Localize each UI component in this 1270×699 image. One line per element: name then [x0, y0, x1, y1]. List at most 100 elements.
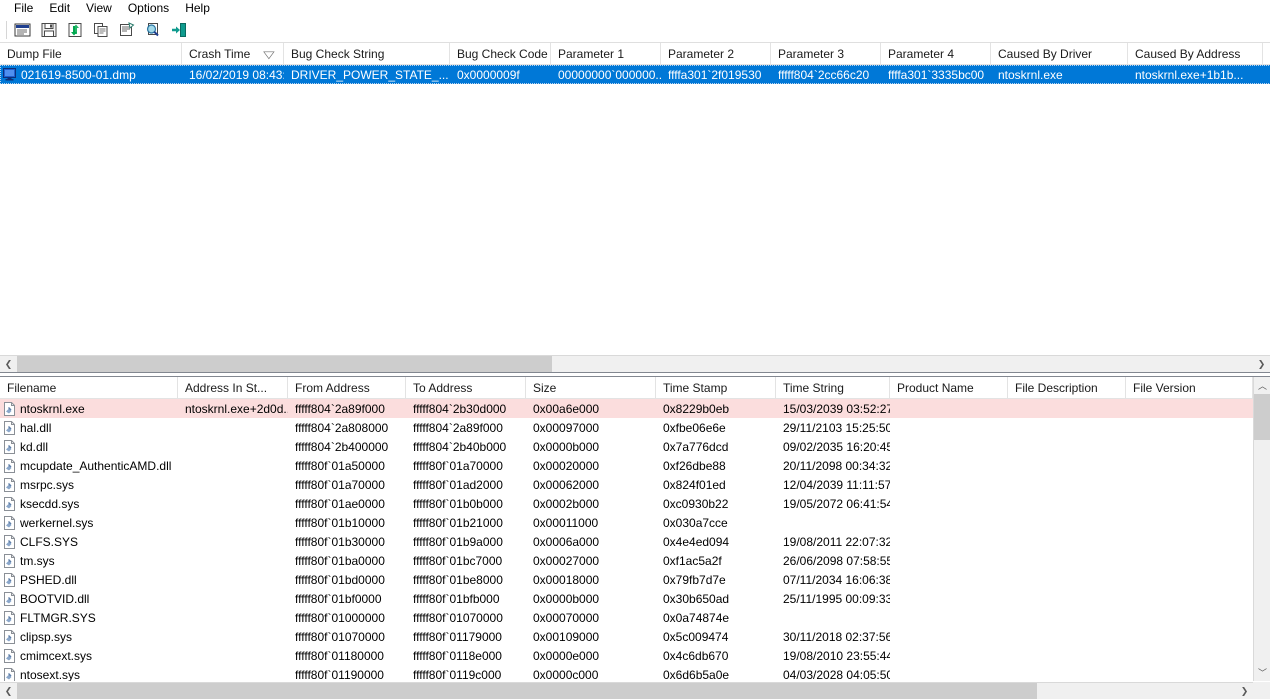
toolbar-separator: [6, 21, 7, 39]
crash-dump-icon: [3, 68, 17, 81]
toolbar-find-button[interactable]: [140, 18, 165, 41]
toolbar-exit-button[interactable]: [166, 18, 191, 41]
driver-row[interactable]: mcupdate_AuthenticAMD.dllfffff80f`01a500…: [0, 456, 1253, 475]
cell-text: 0x0000b000: [533, 440, 599, 454]
hscroll-track[interactable]: [17, 356, 1253, 372]
scroll-left-arrow-icon[interactable]: ❮: [0, 683, 17, 699]
driver-file-icon: [3, 497, 16, 511]
menu-help[interactable]: Help: [177, 0, 218, 17]
cell-time-stamp: 0x4c6db670: [656, 647, 776, 665]
column-header-address-in-st[interactable]: Address In St...△: [178, 377, 288, 398]
column-header-parameter-4[interactable]: Parameter 4: [881, 43, 991, 64]
driver-row[interactable]: ntosext.sysfffff80f`01190000fffff80f`011…: [0, 665, 1253, 681]
driver-row[interactable]: ntoskrnl.exentoskrnl.exe+2d0d...fffff804…: [0, 399, 1253, 418]
driver-row[interactable]: CLFS.SYSfffff80f`01b30000fffff80f`01b9a0…: [0, 532, 1253, 551]
cell-text: fffff80f`01ad2000: [413, 478, 503, 492]
vscroll-thumb[interactable]: [1254, 394, 1270, 440]
column-header-caused-by-address[interactable]: Caused By Address: [1128, 43, 1263, 64]
column-header-caused-by-driver[interactable]: Caused By Driver: [991, 43, 1128, 64]
cell-text: DRIVER_POWER_STATE_...: [291, 68, 449, 82]
column-header-time-string[interactable]: Time String: [776, 377, 890, 398]
driver-row[interactable]: FLTMGR.SYSfffff80f`01000000fffff80f`0107…: [0, 608, 1253, 627]
driver-list[interactable]: FilenameAddress In St...△From AddressTo …: [0, 377, 1253, 681]
cell-size: 0x0006a000: [526, 533, 656, 551]
driver-row[interactable]: hal.dllfffff804`2a808000fffff804`2a89f00…: [0, 418, 1253, 437]
column-header-from-address[interactable]: From Address: [288, 377, 406, 398]
column-header-parameter-1[interactable]: Parameter 1: [551, 43, 661, 64]
crash-dump-list-body[interactable]: 021619-8500-01.dmp16/02/2019 08:43:41DRI…: [0, 65, 1270, 84]
cell-from-address: fffff80f`01000000: [288, 609, 406, 627]
toolbar-copy-button[interactable]: [88, 18, 113, 41]
scroll-down-arrow-icon[interactable]: ﹀: [1254, 664, 1270, 681]
column-header-label: Parameter 2: [668, 47, 734, 61]
column-header-to-address[interactable]: To Address: [406, 377, 526, 398]
driver-list-hscrollbar[interactable]: ❮ ❯: [0, 682, 1253, 699]
cell-caused-by-driver: ntoskrnl.exe: [991, 66, 1128, 84]
cell-text: BOOTVID.dll: [20, 590, 89, 608]
driver-file-icon: [3, 402, 16, 416]
cell-time-stamp: 0xfbe06e6e: [656, 419, 776, 437]
column-header-parameter-2[interactable]: Parameter 2: [661, 43, 771, 64]
hscroll-track[interactable]: [17, 683, 1236, 699]
crash-dump-row[interactable]: 021619-8500-01.dmp16/02/2019 08:43:41DRI…: [0, 65, 1270, 84]
menu-edit[interactable]: Edit: [41, 0, 78, 17]
column-header-crash-time[interactable]: Crash Time▽: [182, 43, 284, 64]
scroll-right-arrow-icon[interactable]: ❯: [1253, 356, 1270, 373]
cell-time-stamp: 0xf26dbe88: [656, 457, 776, 475]
cell-text: 0x79fb7d7e: [663, 573, 726, 587]
driver-list-vscrollbar[interactable]: ︿ ﹀: [1253, 377, 1270, 681]
cell-time-stamp: 0x79fb7d7e: [656, 571, 776, 589]
column-header-dump-file[interactable]: Dump File: [0, 43, 182, 64]
cell-text: mcupdate_AuthenticAMD.dll: [20, 457, 171, 475]
scroll-right-arrow-icon[interactable]: ❯: [1236, 683, 1253, 699]
crash-dump-list[interactable]: Dump FileCrash Time▽Bug Check StringBug …: [0, 43, 1270, 354]
column-header-blank[interactable]: [1263, 43, 1270, 64]
vscroll-track[interactable]: [1254, 394, 1270, 664]
cell-text: fffff804`2a89f000: [295, 402, 385, 416]
column-header-time-stamp[interactable]: Time Stamp: [656, 377, 776, 398]
cell-text: ksecdd.sys: [20, 495, 79, 513]
cell-time-string: 09/02/2035 16:20:45: [776, 438, 890, 456]
driver-row[interactable]: ksecdd.sysfffff80f`01ae0000fffff80f`01b0…: [0, 494, 1253, 513]
cell-size: 0x00070000: [526, 609, 656, 627]
cell-to-address: fffff80f`01179000: [406, 628, 526, 646]
toolbar-save-button[interactable]: [36, 18, 61, 41]
cell-from-address: fffff804`2a808000: [288, 419, 406, 437]
driver-row[interactable]: tm.sysfffff80f`01ba0000fffff80f`01bc7000…: [0, 551, 1253, 570]
toolbar-html-report-button[interactable]: [114, 18, 139, 41]
column-header-bug-check-string[interactable]: Bug Check String: [284, 43, 450, 64]
column-header-product-name[interactable]: Product Name: [890, 377, 1008, 398]
column-header-file-description[interactable]: File Description: [1008, 377, 1126, 398]
cell-from-address: fffff80f`01070000: [288, 628, 406, 646]
menu-options[interactable]: Options: [120, 0, 177, 17]
menu-view[interactable]: View: [78, 0, 120, 17]
toolbar-refresh-button[interactable]: [62, 18, 87, 41]
column-header-file-version[interactable]: File Version: [1126, 377, 1253, 398]
column-header-parameter-3[interactable]: Parameter 3: [771, 43, 881, 64]
driver-row[interactable]: clipsp.sysfffff80f`01070000fffff80f`0117…: [0, 627, 1253, 646]
column-header-size[interactable]: Size: [526, 377, 656, 398]
hscroll-thumb[interactable]: [17, 356, 552, 372]
cell-time-string: 04/03/2028 04:05:50: [776, 666, 890, 682]
hscroll-thumb[interactable]: [17, 683, 1037, 699]
cell-text: 0xf26dbe88: [663, 459, 726, 473]
crash-dump-list-hscrollbar[interactable]: ❮ ❯: [0, 355, 1270, 372]
toolbar: [0, 17, 1270, 43]
column-header-filename[interactable]: Filename: [0, 377, 178, 398]
driver-row[interactable]: msrpc.sysfffff80f`01a70000fffff80f`01ad2…: [0, 475, 1253, 494]
cell-text: 0x5c009474: [663, 630, 728, 644]
driver-list-body[interactable]: ntoskrnl.exentoskrnl.exe+2d0d...fffff804…: [0, 399, 1253, 681]
driver-row[interactable]: BOOTVID.dllfffff80f`01bf0000fffff80f`01b…: [0, 589, 1253, 608]
driver-row[interactable]: cmimcext.sysfffff80f`01180000fffff80f`01…: [0, 646, 1253, 665]
cell-parameter-2: ffffa301`2f019530: [661, 66, 771, 84]
cell-text: 0x00062000: [533, 478, 599, 492]
scroll-up-arrow-icon[interactable]: ︿: [1254, 377, 1270, 394]
driver-row[interactable]: kd.dllfffff804`2b400000fffff804`2b40b000…: [0, 437, 1253, 456]
scroll-left-arrow-icon[interactable]: ❮: [0, 356, 17, 373]
column-header-bug-check-code[interactable]: Bug Check Code: [450, 43, 551, 64]
driver-row[interactable]: PSHED.dllfffff80f`01bd0000fffff80f`01be8…: [0, 570, 1253, 589]
menu-file[interactable]: File: [6, 0, 41, 17]
cell-text: 15/03/2039 03:52:27: [783, 402, 890, 416]
driver-row[interactable]: werkernel.sysfffff80f`01b10000fffff80f`0…: [0, 513, 1253, 532]
toolbar-properties-button[interactable]: [10, 18, 35, 41]
